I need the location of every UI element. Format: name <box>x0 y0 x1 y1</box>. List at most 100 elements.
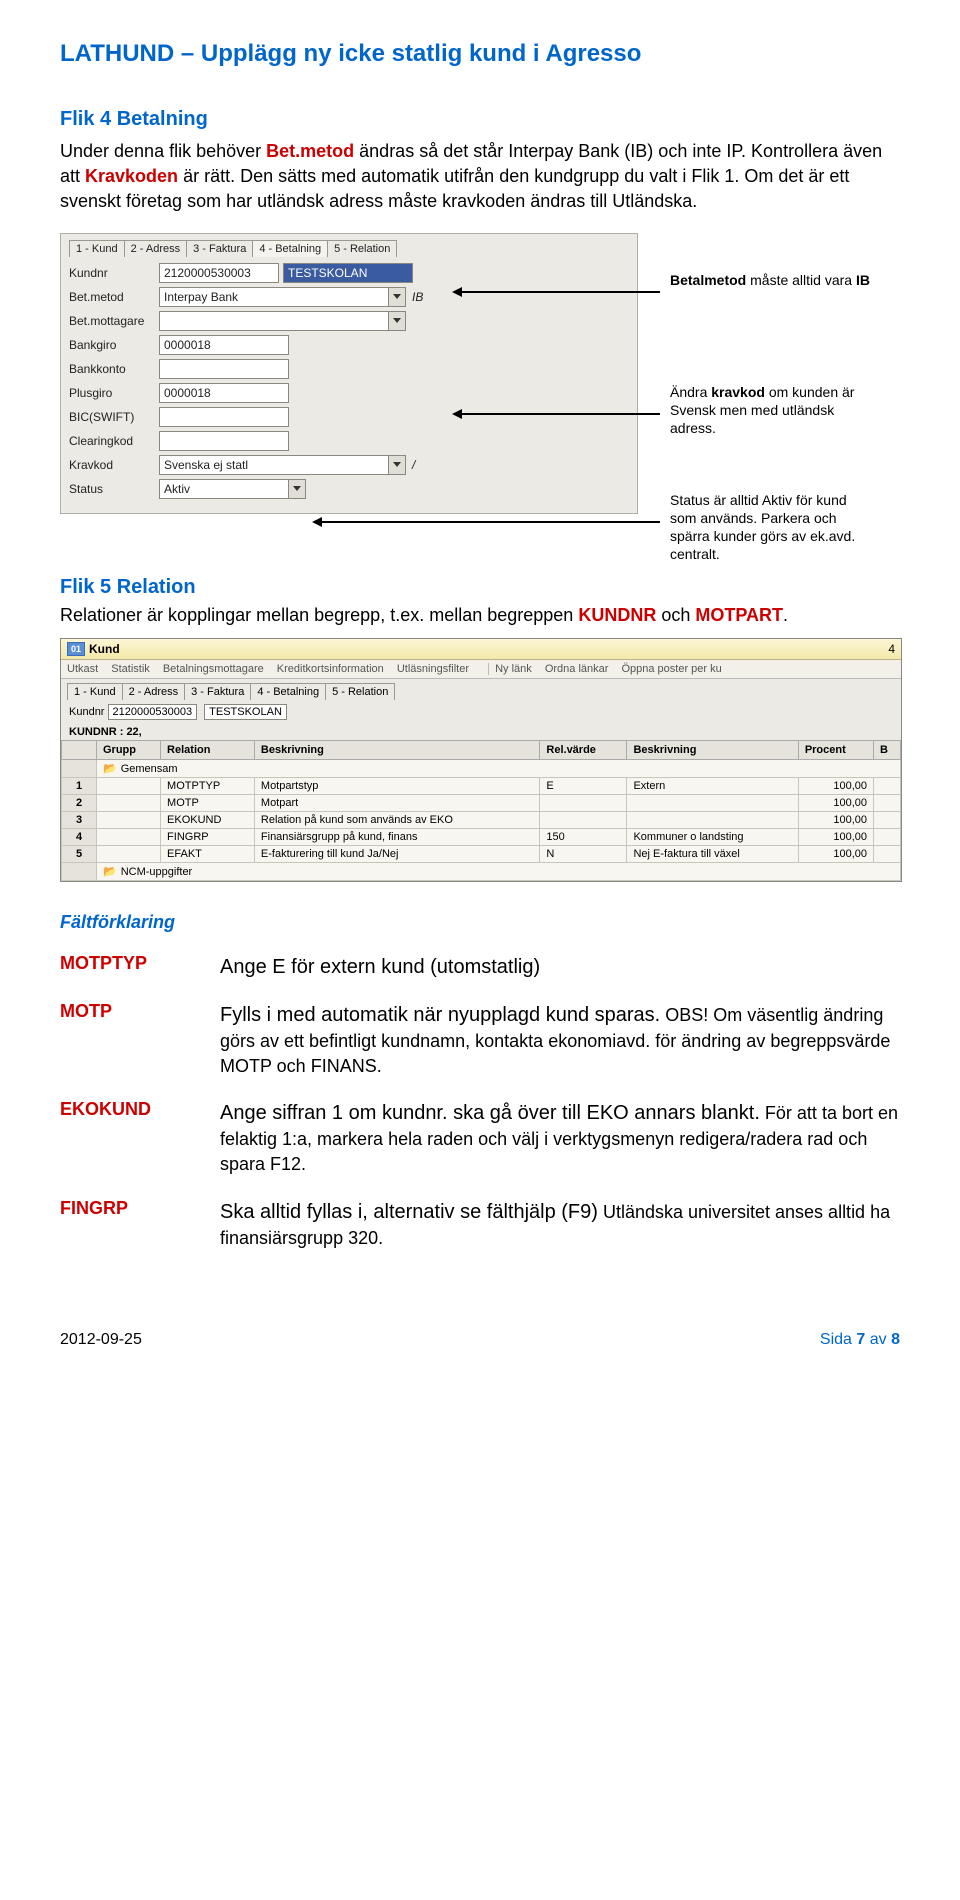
betmetod-field[interactable]: Interpay Bank <box>159 287 389 307</box>
scroll-indicator: 4 <box>888 642 895 656</box>
desc-motptyp: Ange E för extern kund (utomstatlig) <box>220 953 900 981</box>
page-total: 8 <box>891 1331 900 1348</box>
betmottagare-field[interactable] <box>159 311 389 331</box>
term-ekokund: EKOKUND <box>60 1099 220 1177</box>
section-4-paragraph: Under denna flik behöver Bet.metod ändra… <box>60 139 900 215</box>
status-dropdown-icon[interactable] <box>289 479 306 499</box>
grid-rownum <box>62 759 97 777</box>
window-titlebar: 01 Kund 4 <box>61 639 901 660</box>
cell-beskrivning: Relation på kund som används av EKO <box>254 811 539 828</box>
betmottagare-dropdown-icon[interactable] <box>389 311 406 331</box>
table-row[interactable]: 1 MOTPTYP Motpartstyp E Extern 100,00 <box>62 777 901 794</box>
col-relvarde: Rel.värde <box>540 740 627 759</box>
toolbar-separator <box>488 663 489 675</box>
kravkod-code: / <box>412 458 415 472</box>
grid-rownum: 1 <box>62 777 97 794</box>
toolbar-statistik[interactable]: Statistik <box>111 663 150 675</box>
cell-relvarde <box>540 794 627 811</box>
arrow-icon <box>320 521 660 523</box>
tab2-kund[interactable]: 1 - Kund <box>67 683 123 700</box>
col-grupp: Grupp <box>97 740 161 759</box>
kravkod-dropdown-icon[interactable] <box>389 455 406 475</box>
tab-strip-2: 1 - Kund2 - Adress3 - Faktura4 - Betalni… <box>61 679 901 700</box>
kundnamn-field-2[interactable]: TESTSKOLAN <box>204 704 287 720</box>
kravkod-field[interactable]: Svenska ej statl <box>159 455 389 475</box>
cell-relvarde: E <box>540 777 627 794</box>
tab2-betalning[interactable]: 4 - Betalning <box>250 683 326 700</box>
text: Ska alltid fyllas i, alternativ se fälth… <box>220 1201 598 1223</box>
tab-betalning[interactable]: 4 - Betalning <box>252 240 328 257</box>
toolbar-nylank[interactable]: Ny länk <box>495 663 532 675</box>
table-row[interactable]: 5 EFAKT E-fakturering till kund Ja/Nej N… <box>62 845 901 862</box>
cell-procent: 100,00 <box>798 828 873 845</box>
col-b: B <box>874 740 901 759</box>
desc-fingrp: Ska alltid fyllas i, alternativ se fälth… <box>220 1198 900 1251</box>
table-row[interactable]: 3 EKOKUND Relation på kund som används a… <box>62 811 901 828</box>
folder-icon: 📂 <box>103 763 117 775</box>
text: är rätt. Den sätts med automatik utifrån… <box>60 166 849 211</box>
grid-rownum: 4 <box>62 828 97 845</box>
toolbar-betalningsmottagare[interactable]: Betalningsmottagare <box>163 663 264 675</box>
text: av <box>865 1331 891 1348</box>
footer-page: Sida 7 av 8 <box>820 1331 900 1349</box>
bicswift-field[interactable] <box>159 407 289 427</box>
toolbar-ordnalankar[interactable]: Ordna länkar <box>545 663 609 675</box>
text: kravkod <box>711 384 765 400</box>
callout-betalmetod: Betalmetod måste alltid vara IB <box>670 271 870 289</box>
tab-relation[interactable]: 5 - Relation <box>327 240 397 257</box>
cell-relvarde: 150 <box>540 828 627 845</box>
cell-procent: 100,00 <box>798 777 873 794</box>
doc-title: LATHUND – Upplägg ny icke statlig kund i… <box>60 40 900 68</box>
cell-relation: EFAKT <box>161 845 255 862</box>
cell-relation: EKOKUND <box>161 811 255 828</box>
kundnamn-field[interactable]: TESTSKOLAN <box>283 263 413 283</box>
tab-kund[interactable]: 1 - Kund <box>69 240 125 257</box>
kundnr-field[interactable]: 2120000530003 <box>159 263 279 283</box>
cell-beskrivning: Motpart <box>254 794 539 811</box>
toolbar-oppnaposter[interactable]: Öppna poster per ku <box>621 663 721 675</box>
tab2-adress[interactable]: 2 - Adress <box>122 683 186 700</box>
form-panel: 1 - Kund2 - Adress3 - Faktura4 - Betalni… <box>60 233 638 514</box>
label-betmottagare: Bet.mottagare <box>69 314 159 328</box>
cell-beskrivning2: Extern <box>627 777 798 794</box>
bankgiro-field[interactable]: 0000018 <box>159 335 289 355</box>
term-motptyp: MOTPTYP <box>60 953 220 981</box>
cell-relvarde: N <box>540 845 627 862</box>
col-num <box>62 740 97 759</box>
grid-panel: 01 Kund 4 Utkast Statistik Betalningsmot… <box>60 638 902 882</box>
betmetod-code: IB <box>412 290 423 304</box>
section-5-paragraph: Relationer är kopplingar mellan begrepp,… <box>60 603 900 628</box>
text: Under denna flik behöver <box>60 141 266 161</box>
toolbar-utlasningsfilter[interactable]: Utläsningsfilter <box>397 663 469 675</box>
betmetod-dropdown-icon[interactable] <box>389 287 406 307</box>
table-row[interactable]: 4 FINGRP Finansiärsgrupp på kund, finans… <box>62 828 901 845</box>
text: Betalmetod <box>670 272 746 288</box>
kundnr-field-2[interactable]: 2120000530003 <box>108 704 198 720</box>
group-ncm[interactable]: 📂NCM-uppgifter <box>97 862 901 880</box>
grid-rownum: 2 <box>62 794 97 811</box>
col-procent: Procent <box>798 740 873 759</box>
group-gemensam[interactable]: 📂Gemensam <box>97 759 901 777</box>
plusgiro-field[interactable]: 0000018 <box>159 383 289 403</box>
toolbar-kreditkortsinformation[interactable]: Kreditkortsinformation <box>277 663 384 675</box>
text: och <box>656 605 695 625</box>
bankkonto-field[interactable] <box>159 359 289 379</box>
cell-procent: 100,00 <box>798 845 873 862</box>
folder-icon: 📂 <box>103 866 117 878</box>
section-4-heading: Flik 4 Betalning <box>60 108 900 131</box>
table-row[interactable]: 2 MOTP Motpart 100,00 <box>62 794 901 811</box>
col-relation: Relation <box>161 740 255 759</box>
cell-beskrivning2 <box>627 811 798 828</box>
tab2-relation[interactable]: 5 - Relation <box>325 683 395 700</box>
text: . <box>783 605 788 625</box>
kundnr-summary: KUNDNR : 22, <box>61 724 901 740</box>
clearingkod-field[interactable] <box>159 431 289 451</box>
page-num: 7 <box>856 1331 865 1348</box>
status-field[interactable]: Aktiv <box>159 479 289 499</box>
window-title: Kund <box>89 642 120 656</box>
tab2-faktura[interactable]: 3 - Faktura <box>184 683 251 700</box>
toolbar-utkast[interactable]: Utkast <box>67 663 98 675</box>
tab-faktura[interactable]: 3 - Faktura <box>186 240 253 257</box>
tab-adress[interactable]: 2 - Adress <box>124 240 188 257</box>
footer-date: 2012-09-25 <box>60 1331 142 1349</box>
